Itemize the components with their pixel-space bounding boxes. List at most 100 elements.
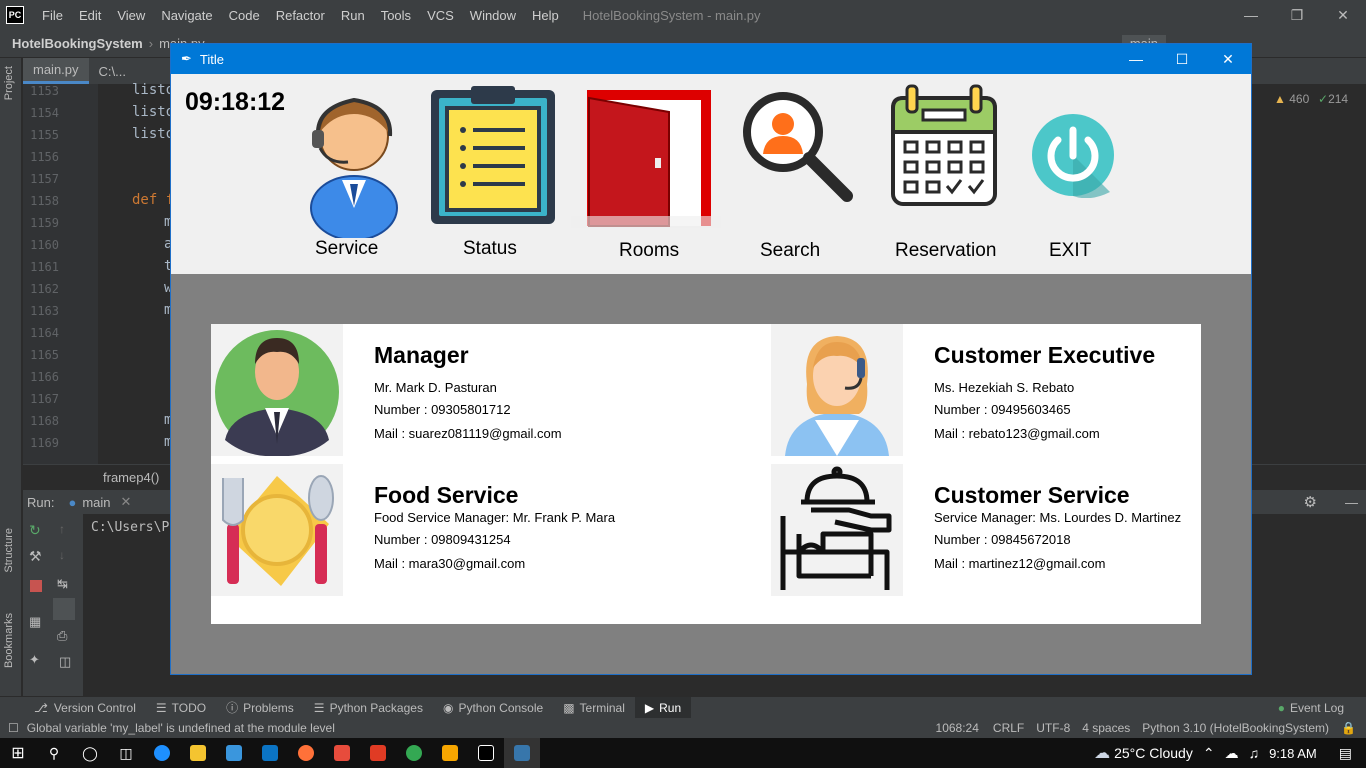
notification-icon[interactable]: ▤ [1339,745,1352,762]
app-close-icon[interactable]: ✕ [1205,44,1251,74]
line-number: 1165 [30,348,59,362]
menu-edit[interactable]: Edit [71,8,109,23]
menu-run[interactable]: Run [333,8,373,23]
project-crumb[interactable]: HotelBookingSystem [12,36,143,51]
clock-time[interactable]: 9:18 AM [1269,746,1317,761]
taskbar-app-game-icon[interactable] [324,738,360,768]
menu-file[interactable]: File [34,8,71,23]
tab-label: Run [659,700,682,715]
taskbar-app-explorer-icon[interactable] [180,738,216,768]
menu-code[interactable]: Code [221,8,268,23]
staff-mail: Mail : martinez12@gmail.com [934,556,1106,571]
menu-tools[interactable]: Tools [373,8,419,23]
search-button[interactable]: Search [737,74,857,274]
app-minimize-icon[interactable]: — [1113,44,1159,74]
taskbar-app-edge-icon[interactable] [144,738,180,768]
arrow-down-icon[interactable]: ↓ [59,548,65,562]
structure-tool-tab[interactable]: Structure [3,528,15,573]
menu-help[interactable]: Help [524,8,567,23]
ide-restore-icon[interactable]: ❐ [1274,0,1320,30]
calendar-icon [891,84,997,206]
service-button[interactable]: Service [299,74,409,274]
staff-number: Number : 09845672018 [934,532,1071,547]
layout-icon[interactable]: ▦ [29,614,41,630]
line-separator[interactable]: CRLF [993,721,1024,735]
scroll-to-end-icon[interactable] [53,598,75,620]
run-tab-main[interactable]: main [82,495,110,510]
line-number: 1155 [30,128,59,142]
trash-icon[interactable]: ◫ [59,654,71,670]
editor-tab-other[interactable]: C:\... [89,58,136,84]
project-tool-tab[interactable]: Project [3,66,15,100]
print-icon[interactable]: ⎙ [57,628,67,644]
taskbar-app-firefox-icon[interactable] [288,738,324,768]
editor-tab-main[interactable]: main.py [23,58,89,84]
reservation-button[interactable]: Reservation [887,74,1007,274]
function-crumb[interactable]: framep4() [103,470,159,485]
bookmarks-tool-tab[interactable]: Bookmarks [3,613,15,668]
taskbar-app-python-icon[interactable] [504,738,540,768]
warning-count[interactable]: ▲ 460 [1274,92,1309,106]
tab-problems[interactable]: ⓘ Problems [216,697,304,719]
magnifier-person-icon [743,92,853,202]
interpreter[interactable]: Python 3.10 (HotelBookingSystem) [1142,721,1329,735]
menu-view[interactable]: View [109,8,153,23]
staff-number: Number : 09305801712 [374,402,511,417]
cursor-position[interactable]: 1068:24 [936,721,979,735]
tab-terminal[interactable]: ▩ Terminal [553,697,635,719]
taskbar-app-office-icon[interactable] [360,738,396,768]
editor-tab-label: C:\... [98,63,126,79]
hide-panel-icon[interactable]: — [1345,495,1358,510]
soft-wrap-icon[interactable]: ↹ [57,576,68,592]
menu-navigate[interactable]: Navigate [153,8,220,23]
gear-icon[interactable]: ⚙ [1304,493,1317,511]
indent-setting[interactable]: 4 spaces [1082,721,1130,735]
list-icon: ☰ [155,700,167,715]
network-icon[interactable]: ☁ [1225,745,1239,762]
tab-event-log[interactable]: ● Event Log [1268,697,1354,719]
taskbar-app-store-icon[interactable] [216,738,252,768]
task-view-icon[interactable]: ◫ [108,738,144,768]
volume-icon[interactable]: ♫ [1249,745,1260,761]
app-maximize-icon[interactable]: ☐ [1159,44,1205,74]
weather-text[interactable]: 25°C Cloudy [1114,745,1193,761]
tab-python-packages[interactable]: ☰ Python Packages [304,697,433,719]
staff-food-service: Food Service Food Service Manager: Mr. F… [211,464,751,596]
rerun-icon[interactable]: ↻ [29,522,41,539]
taskbar-app-mail-icon[interactable] [252,738,288,768]
door-icon [571,90,721,228]
status-message[interactable]: Global variable 'my_label' is undefined … [27,721,335,735]
ide-close-icon[interactable]: ✕ [1320,0,1366,30]
menu-vcs[interactable]: VCS [419,8,462,23]
tab-run[interactable]: ▶ Run [634,696,692,719]
staff-mail: Mail : rebato123@gmail.com [934,426,1100,441]
close-run-tab-icon[interactable]: ✕ [121,494,132,510]
menu-window[interactable]: Window [462,8,524,23]
arrow-up-icon[interactable]: ↑ [59,522,65,536]
manager-avatar-icon [211,324,343,456]
lock-icon[interactable]: 🔒 [1341,721,1356,735]
exit-button[interactable]: EXIT [1025,74,1121,274]
status-button[interactable]: Status [429,74,559,274]
rooms-button[interactable]: Rooms [571,74,721,274]
search-icon[interactable]: ⚲ [36,738,72,768]
menu-refactor[interactable]: Refactor [268,8,333,23]
tab-version-control[interactable]: ⎇ Version Control [24,697,146,719]
tab-python-console[interactable]: ◉ Python Console [433,697,553,719]
tool-label-reservation: Reservation [895,240,997,261]
taskbar-app-chrome-icon[interactable] [396,738,432,768]
tab-todo[interactable]: ☰ TODO [146,697,216,719]
stop-icon[interactable] [30,580,42,592]
app-title-bar[interactable]: ✒ Title — ☐ ✕ [171,44,1251,74]
windows-start-icon[interactable]: ⊞ [0,738,36,768]
file-encoding[interactable]: UTF-8 [1036,721,1070,735]
taskbar-app-pycharm-icon[interactable] [468,738,504,768]
ide-minimize-icon[interactable]: — [1228,0,1274,30]
pin-icon[interactable]: ✦ [29,652,40,668]
taskbar-app-sublime-icon[interactable] [432,738,468,768]
wrench-icon[interactable]: ⚒ [29,548,42,565]
cortana-icon[interactable]: ◯ [72,738,108,768]
staff-title: Customer Service [934,482,1130,508]
check-count[interactable]: ✓214 [1318,92,1348,106]
chevron-up-icon[interactable]: ⌃ [1203,745,1215,762]
